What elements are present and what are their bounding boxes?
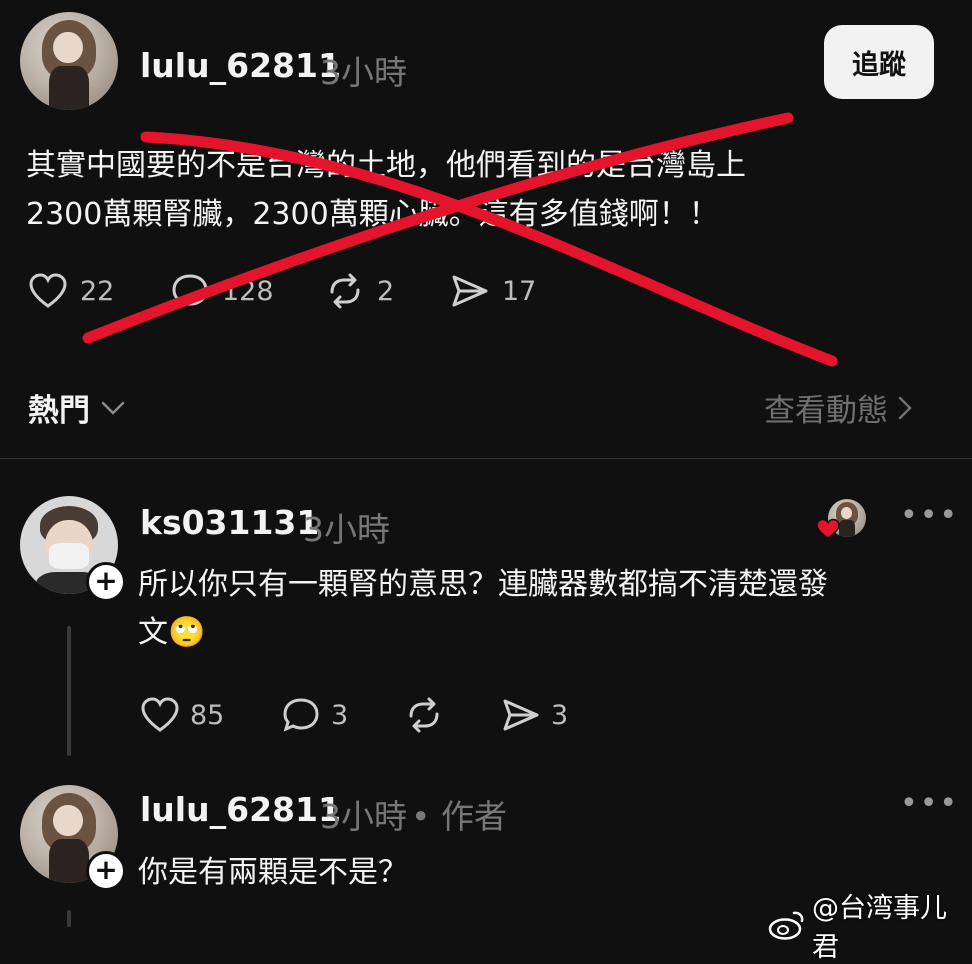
watermark-text: @台湾事儿君 <box>812 893 947 963</box>
section-divider <box>0 458 972 459</box>
repost-icon <box>404 696 444 734</box>
comment-reply-count: 3 <box>331 699 349 731</box>
post-repost-action[interactable]: 2 <box>325 272 394 310</box>
follow-plus-icon[interactable]: + <box>86 851 126 891</box>
sort-dropdown[interactable]: 熱門 <box>28 385 126 430</box>
post-reply-count: 128 <box>222 275 274 307</box>
post-text-line-2: 2300萬顆腎臟，2300萬顆心臟。這有多值錢啊！！ <box>26 197 719 232</box>
comment-like-count: 85 <box>190 699 225 731</box>
comment-reply-action[interactable]: 3 <box>281 696 348 734</box>
thread-line <box>67 626 71 756</box>
comment-share-count: 3 <box>551 699 569 731</box>
post-reply-action[interactable]: 128 <box>170 272 274 310</box>
follow-button[interactable]: 追蹤 <box>824 25 934 99</box>
reply-time: 3小時 <box>320 797 407 836</box>
post-repost-count: 2 <box>377 275 395 307</box>
post-time: 3小時 <box>320 53 407 92</box>
watermark: @台湾事儿君 <box>768 886 972 964</box>
heart-icon <box>28 272 68 310</box>
share-icon <box>501 696 541 734</box>
post-text-line-1: 其實中國要的不是台灣的土地，他們看到的是台灣島上 <box>26 148 746 183</box>
more-icon[interactable]: ••• <box>900 498 959 533</box>
reply-username[interactable]: lulu_62811 <box>140 790 341 829</box>
view-activity-link[interactable]: 查看動態 <box>764 385 914 430</box>
post-avatar[interactable] <box>20 12 118 110</box>
comment-username[interactable]: ks031131 <box>140 503 319 542</box>
comment-share-action[interactable]: 3 <box>501 696 568 734</box>
comment-text-line-2: 文🙄 <box>138 615 206 650</box>
post-username[interactable]: lulu_62811 <box>140 46 341 85</box>
follow-plus-icon[interactable]: + <box>86 562 126 602</box>
heart-icon <box>140 696 180 734</box>
post-share-action[interactable]: 17 <box>450 272 536 310</box>
comment-like-action[interactable]: 85 <box>140 696 224 734</box>
author-tag: • 作者 <box>411 797 507 836</box>
comment-text-line-1: 所以你只有一顆腎的意思？連臟器數都搞不清楚還發 <box>138 567 828 602</box>
chevron-right-icon <box>896 395 914 421</box>
post-like-action[interactable]: 22 <box>28 272 114 310</box>
view-activity-label: 查看動態 <box>764 393 888 429</box>
sort-label: 熱門 <box>28 393 90 429</box>
share-icon <box>450 272 490 310</box>
repost-icon <box>325 272 365 310</box>
chevron-down-icon <box>100 398 126 418</box>
comment-icon <box>170 272 210 310</box>
comment-repost-action[interactable] <box>404 696 444 734</box>
author-liked-heart-icon <box>816 518 840 544</box>
thread-line <box>67 910 71 927</box>
more-icon[interactable]: ••• <box>900 786 959 821</box>
comment-time: 3小時 <box>303 510 390 549</box>
post-share-count: 17 <box>502 275 537 307</box>
post-like-count: 22 <box>80 275 115 307</box>
comment-icon <box>281 696 321 734</box>
reply-text: 你是有兩顆是不是？ <box>138 855 408 890</box>
weibo-icon <box>768 910 806 940</box>
